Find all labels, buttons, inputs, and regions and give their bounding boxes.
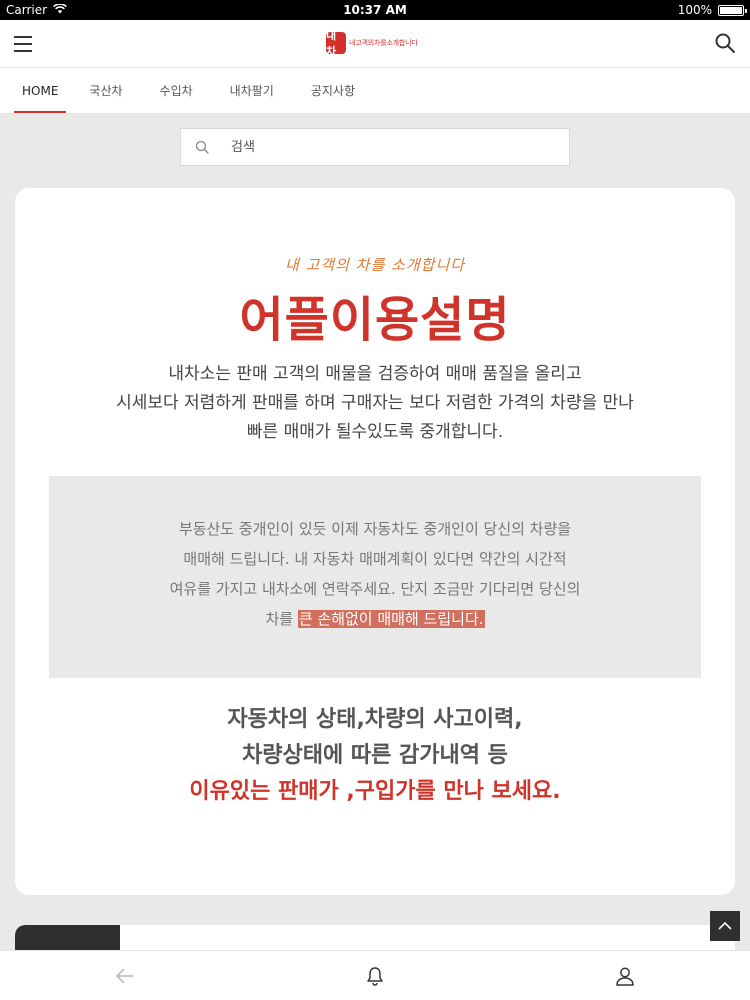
user-icon[interactable]: [614, 965, 636, 987]
tab-home[interactable]: HOME: [13, 68, 67, 113]
bell-icon[interactable]: [364, 965, 386, 987]
chevron-up-icon: [718, 921, 732, 930]
scroll-to-top-button[interactable]: [710, 911, 740, 941]
notice-box: 부동산도 중개인이 있듯 이제 자동차도 중개인이 당신의 차량을 매매해 드립…: [49, 476, 701, 678]
desc-line: 시세보다 저렴하게 판매를 하며 구매자는 보다 저렴한 가격의 차량을 만나: [116, 393, 634, 413]
wifi-icon: [53, 3, 67, 17]
notice-last-prefix: 차를: [265, 610, 298, 628]
tab-sell-my-car[interactable]: 내차팔기: [230, 68, 274, 113]
tagline: 내 고객의 차를 소개합니다: [284, 256, 466, 274]
app-logo[interactable]: 내차 내고객의차를소개합니다: [326, 29, 418, 58]
logo-text: 내고객의차를소개합니다: [349, 39, 418, 47]
bottom-toolbar: [0, 950, 750, 1000]
notice-line-last: 차를 큰 손해없이 매매해 드립니다.: [49, 604, 701, 634]
search-icon[interactable]: [714, 32, 736, 54]
notice-line: 여유를 가지고 내차소에 연락주세요. 단지 조금만 기다리면 당신의: [169, 580, 581, 598]
clock: 10:37 AM: [343, 3, 407, 17]
search-input[interactable]: [229, 138, 533, 156]
notice-line: 매매해 드립니다. 내 자동차 매매계획이 있다면 약간의 시간적: [183, 550, 567, 568]
search-field-icon: [195, 140, 209, 154]
carrier-label: Carrier: [6, 3, 48, 17]
page-title: 어플이용설명: [239, 292, 511, 348]
hamburger-menu-icon[interactable]: [14, 33, 36, 53]
battery-percent: 100%: [677, 3, 712, 17]
search-bar: [180, 128, 570, 166]
headline: 자동차의 상태,차량의 사고이력, 차량상태에 따른 감가내역 등 이유있는 판…: [15, 702, 735, 810]
tab-imported-cars[interactable]: 수입차: [160, 68, 193, 113]
desc-line: 빠른 매매가 될수있도록 중개합니다.: [246, 422, 504, 442]
notice-line: 부동산도 중개인이 있듯 이제 자동차도 중개인이 당신의 차량을: [178, 520, 572, 538]
headline-line-accent: 이유있는 판매가 ,구입가를 만나 보세요.: [189, 779, 561, 804]
back-arrow-icon[interactable]: [114, 965, 136, 987]
tab-notices[interactable]: 공지사항: [311, 68, 355, 113]
app-header: 내차 내고객의차를소개합니다: [0, 20, 750, 68]
notice-highlight: 큰 손해없이 매매해 드립니다.: [297, 610, 485, 628]
status-bar: Carrier 10:37 AM 100%: [0, 0, 750, 20]
intro-description: 내차소는 판매 고객의 매물을 검증하여 매매 품질을 올리고 시세보다 저렴하…: [75, 360, 675, 447]
logo-mark: 내차: [326, 29, 346, 58]
nav-tabs: HOME 국산차 수입차 내차팔기 공지사항: [0, 68, 750, 113]
battery-icon: [718, 4, 747, 16]
headline-line: 자동차의 상태,차량의 사고이력,: [227, 707, 523, 732]
headline-line: 차량상태에 따른 감가내역 등: [242, 743, 508, 768]
tab-domestic-cars[interactable]: 국산차: [89, 68, 122, 113]
app-guide-card: 내 고객의 차를 소개합니다 어플이용설명 내차소는 판매 고객의 매물을 검증…: [15, 188, 735, 895]
desc-line: 내차소는 판매 고객의 매물을 검증하여 매매 품질을 올리고: [168, 364, 582, 384]
